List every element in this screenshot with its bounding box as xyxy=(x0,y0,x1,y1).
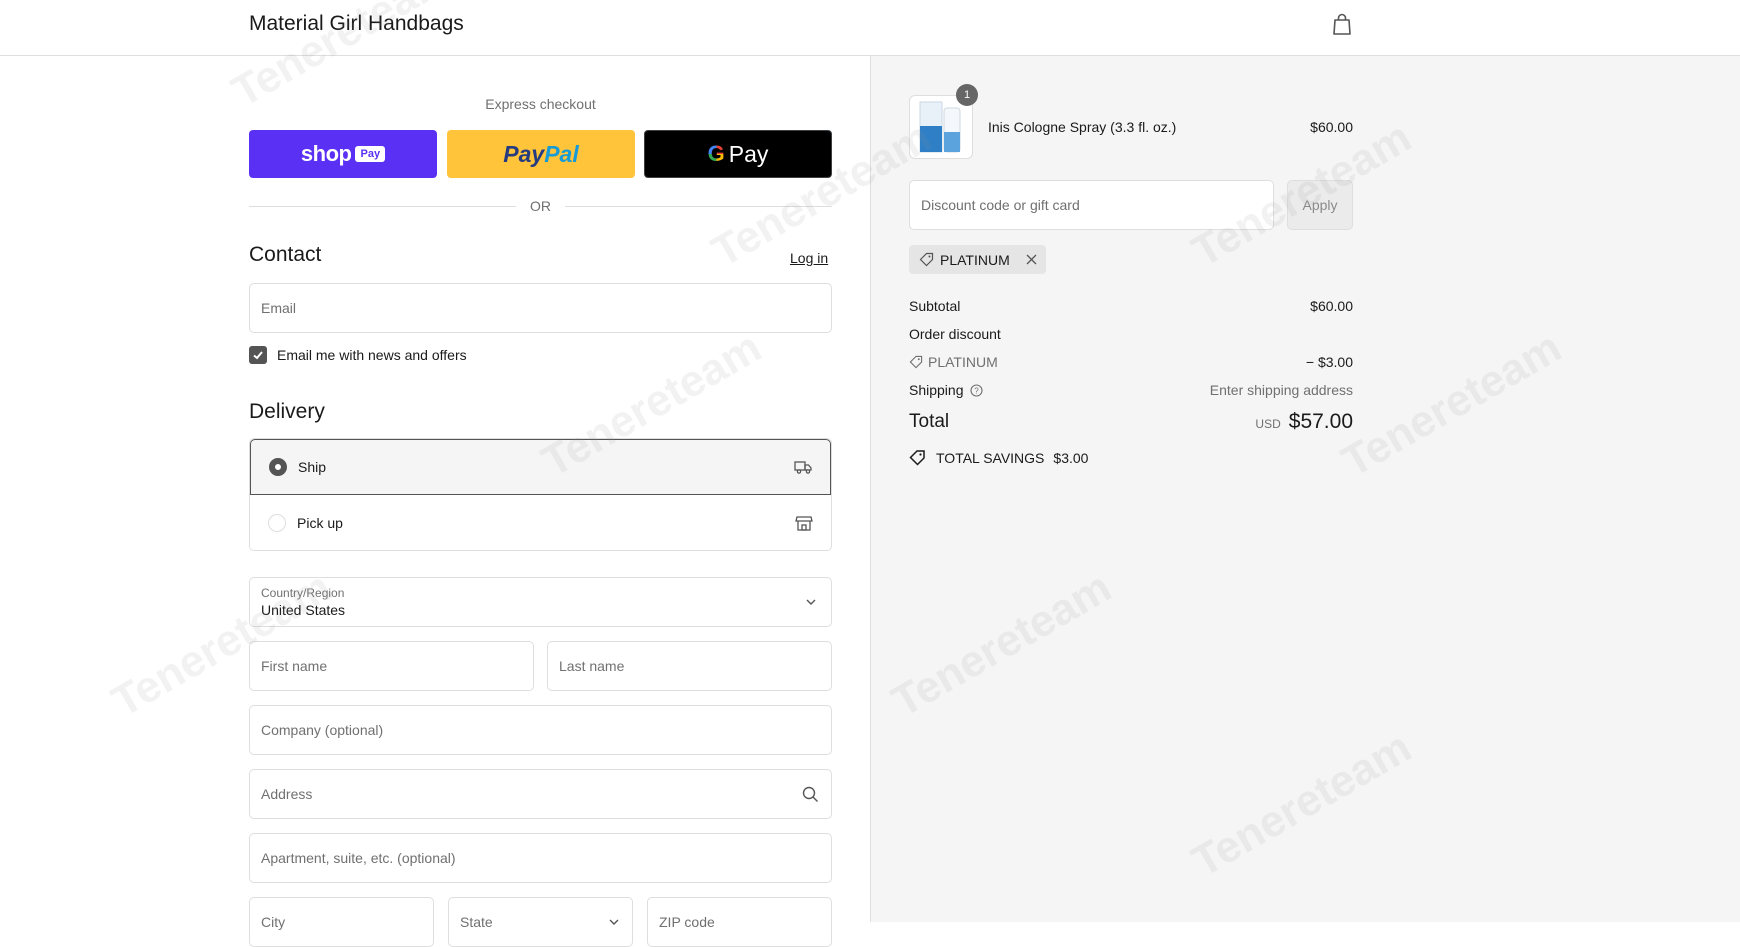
discount-amount: − $3.00 xyxy=(1305,354,1353,370)
help-icon[interactable]: ? xyxy=(969,383,983,397)
city-field[interactable]: City xyxy=(249,897,434,947)
truck-icon xyxy=(794,461,812,474)
google-pay-logo: G Pay xyxy=(707,140,769,167)
search-icon xyxy=(802,786,818,802)
tag-icon xyxy=(919,252,934,267)
delivery-option-ship[interactable]: Ship xyxy=(250,439,831,495)
pickup-label: Pick up xyxy=(297,515,343,531)
discount-code-label: PLATINUM xyxy=(928,354,998,370)
shipping-row: Shipping ? Enter shipping address xyxy=(909,382,1353,398)
applied-discount-code: PLATINUM xyxy=(940,251,1010,268)
express-checkout-title: Express checkout xyxy=(485,96,596,112)
subtotal-row: Subtotal $60.00 xyxy=(909,298,1353,314)
shop-pay-logo: shop xyxy=(300,141,352,166)
paypal-button[interactable]: PayPal xyxy=(447,130,635,178)
total-savings: TOTAL SAVINGS $3.00 xyxy=(909,449,1088,466)
savings-value: $3.00 xyxy=(1053,449,1089,466)
or-divider: OR xyxy=(249,196,832,216)
apartment-field[interactable]: Apartment, suite, etc. (optional) xyxy=(249,833,832,883)
checkmark-icon xyxy=(253,351,263,360)
total-value: $57.00 xyxy=(1288,410,1353,433)
state-select[interactable]: State xyxy=(448,897,633,947)
discount-detail-row: PLATINUM − $3.00 xyxy=(909,354,1353,370)
google-g-icon: G xyxy=(707,141,725,166)
subtotal-label: Subtotal xyxy=(909,298,961,314)
savings-label: TOTAL SAVINGS xyxy=(936,449,1045,466)
delivery-method-group: Ship Pick up xyxy=(249,438,832,551)
quantity-badge: 1 xyxy=(956,84,978,106)
shopping-bag-icon[interactable] xyxy=(1331,12,1353,36)
svg-text:?: ? xyxy=(974,386,979,395)
ship-label: Ship xyxy=(298,459,327,475)
product-name: Inis Cologne Spray (3.3 fl. oz.) xyxy=(988,119,1177,135)
login-link[interactable]: Log in xyxy=(790,250,828,266)
chevron-down-icon xyxy=(609,919,619,925)
total-row: Total USD $57.00 xyxy=(909,410,1353,434)
shipping-value: Enter shipping address xyxy=(1209,382,1353,398)
email-field[interactable]: Email xyxy=(249,283,832,333)
applied-discount-tag: PLATINUM xyxy=(909,245,1046,274)
delivery-option-pickup[interactable]: Pick up xyxy=(250,495,831,550)
country-value: United States xyxy=(261,602,346,618)
country-label: Country/Region xyxy=(261,586,345,600)
delivery-heading: Delivery xyxy=(249,400,325,423)
remove-discount-icon[interactable] xyxy=(1026,254,1037,265)
savings-tag-icon xyxy=(909,450,925,466)
store-icon xyxy=(795,516,813,531)
discount-code-field[interactable]: Discount code or gift card xyxy=(909,180,1274,230)
product-price: $60.00 xyxy=(1310,119,1353,135)
chevron-down-icon xyxy=(806,599,816,605)
order-discount-label: Order discount xyxy=(909,326,1001,342)
total-label: Total xyxy=(909,411,950,432)
address-field[interactable]: Address xyxy=(249,769,832,819)
first-name-field[interactable]: First name xyxy=(249,641,534,691)
ship-radio[interactable] xyxy=(269,458,287,476)
apply-discount-button[interactable]: Apply xyxy=(1287,180,1353,230)
pickup-radio[interactable] xyxy=(268,514,286,532)
newsletter-checkbox[interactable] xyxy=(249,346,267,364)
shop-pay-badge: Pay xyxy=(355,146,386,162)
country-select[interactable]: Country/Region United States xyxy=(249,577,832,627)
zip-field[interactable]: ZIP code xyxy=(647,897,832,947)
contact-heading: Contact xyxy=(249,243,322,266)
order-discount-row: Order discount xyxy=(909,326,1353,342)
site-header: Material Girl Handbags xyxy=(0,0,1740,56)
last-name-field[interactable]: Last name xyxy=(547,641,832,691)
newsletter-option[interactable]: Email me with news and offers xyxy=(249,346,467,364)
shipping-label: Shipping xyxy=(909,382,964,398)
newsletter-label: Email me with news and offers xyxy=(277,347,467,363)
company-field[interactable]: Company (optional) xyxy=(249,705,832,755)
paypal-logo: PayPal xyxy=(503,140,579,167)
currency-code: USD xyxy=(1255,417,1281,431)
subtotal-value: $60.00 xyxy=(1310,298,1353,314)
google-pay-button[interactable]: G Pay xyxy=(644,130,832,178)
shop-pay-button[interactable]: shop Pay xyxy=(249,130,437,178)
tag-icon xyxy=(909,355,923,369)
store-name[interactable]: Material Girl Handbags xyxy=(249,12,464,36)
